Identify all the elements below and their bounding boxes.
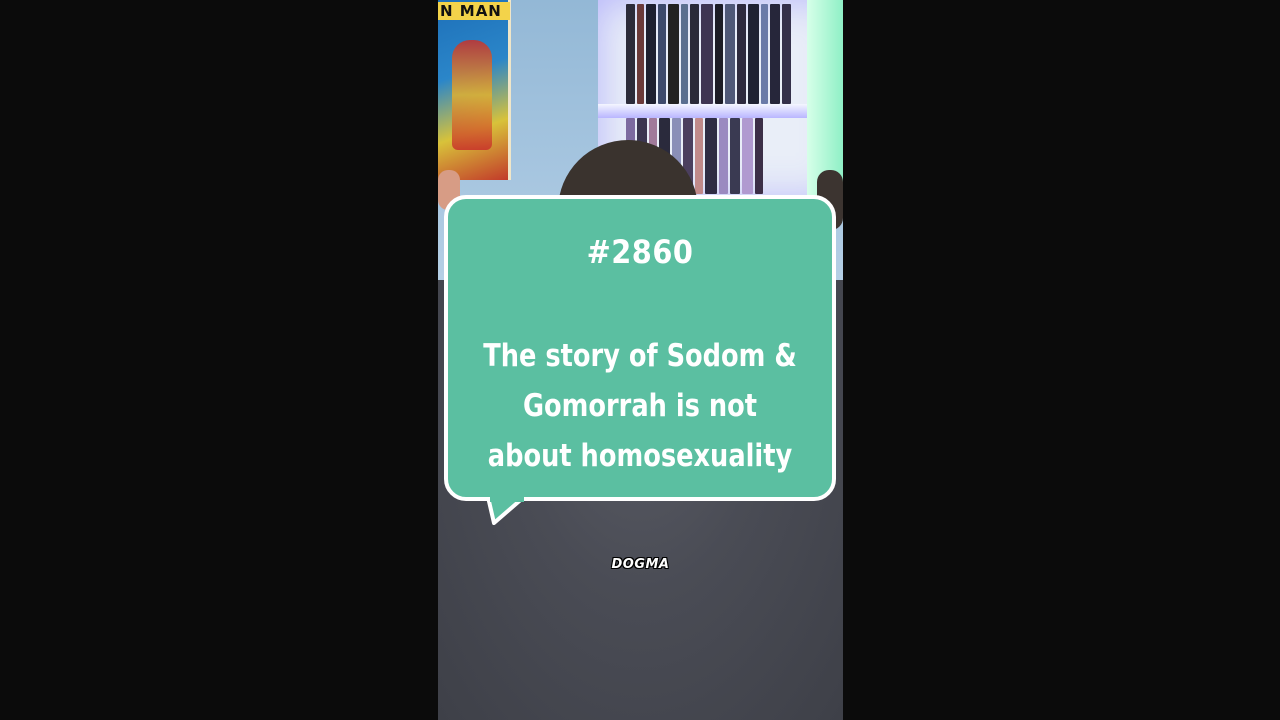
book [626,4,635,104]
caption-line-1: The story of Sodom & [483,338,797,374]
book [748,4,759,104]
bubble-caption: The story of Sodom & Gomorrah is not abo… [476,331,804,481]
book [681,4,688,104]
speech-bubble-tail-shape [486,497,526,525]
video-stage: N MAN DOGMA #2860 The story of Sodom & G… [0,0,1280,720]
book [658,4,666,104]
poster-title: N MAN [438,2,510,20]
book [782,4,791,104]
book [737,4,746,104]
episode-number: #2860 [586,233,694,271]
caption-line-2: Gomorrah is not [522,388,758,424]
book [761,4,768,104]
book [715,4,723,104]
book [725,4,735,104]
speech-bubble: #2860 The story of Sodom & Gomorrah is n… [444,195,836,501]
book-row-top [626,4,806,104]
shirt-logo: DOGMA [611,557,670,572]
poster-figure [452,40,492,150]
book [690,4,699,104]
book [637,4,644,104]
book [701,4,713,104]
book [770,4,780,104]
caption-line-3: about homosexuality [487,438,793,474]
book [668,4,679,104]
book [646,4,656,104]
